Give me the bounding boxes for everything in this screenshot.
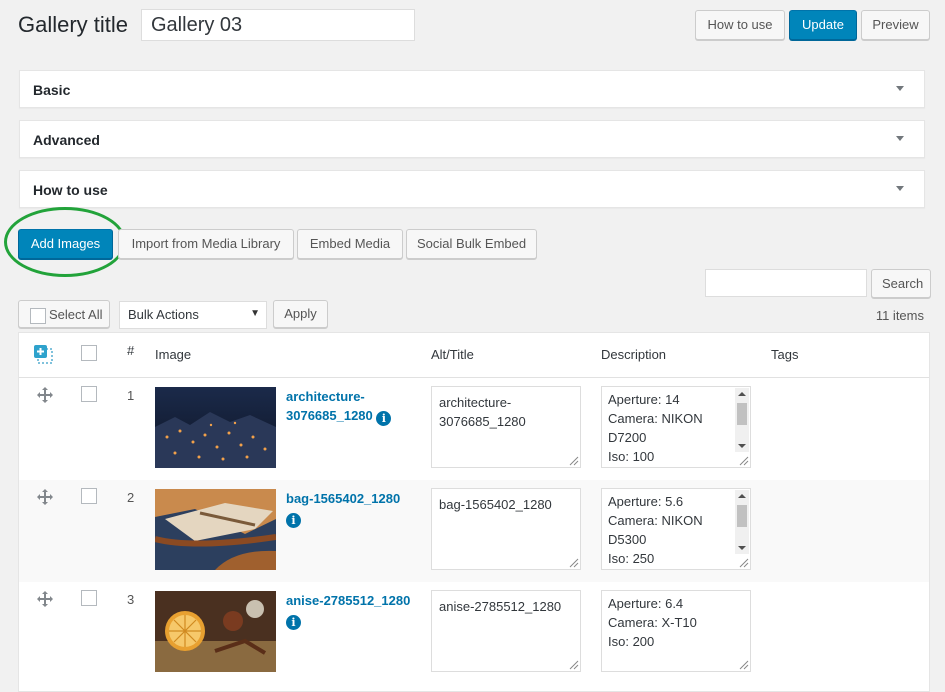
image-title-part: 3076685_1280 xyxy=(286,408,373,423)
apply-button[interactable]: Apply xyxy=(273,300,328,328)
table-header: # Image Alt/Title Description Tags xyxy=(19,333,929,378)
select-all-label: Select All xyxy=(49,307,103,322)
search-button[interactable]: Search xyxy=(871,269,931,298)
panel-basic-label: Basic xyxy=(33,82,71,98)
description-line: Iso: 250 xyxy=(608,551,655,566)
select-all-checkbox[interactable] xyxy=(30,308,46,324)
social-bulk-embed-button[interactable]: Social Bulk Embed xyxy=(406,229,537,259)
gallery-title-label: Gallery title xyxy=(18,12,129,37)
description-line: Iso: 200 xyxy=(608,634,655,649)
info-icon[interactable]: i xyxy=(376,411,392,426)
image-title-part: architecture- xyxy=(286,389,365,404)
table-row: 2 bag-1565402_1280 i bag-1565402_1280 Ap… xyxy=(19,480,929,582)
expand-all-icon[interactable] xyxy=(34,345,54,365)
description-textarea[interactable]: Aperture: 6.4 Camera: X-T10 Iso: 200 xyxy=(601,590,751,672)
col-image: Image xyxy=(155,347,192,362)
alt-title-line: anise-2785512_1280 xyxy=(439,599,562,614)
resize-handle-icon[interactable] xyxy=(737,658,749,670)
resize-handle-icon[interactable] xyxy=(567,454,579,466)
alt-title-textarea[interactable]: bag-1565402_1280 xyxy=(431,488,581,570)
description-line: Aperture: 14 xyxy=(608,392,680,407)
row-checkbox[interactable] xyxy=(81,488,97,504)
row-number: 3 xyxy=(127,592,135,607)
panel-how-to-use-label: How to use xyxy=(33,182,108,198)
resize-handle-icon[interactable] xyxy=(737,556,749,568)
description-line: Camera: NIKON xyxy=(608,513,703,528)
caret-down-icon: ▼ xyxy=(250,308,260,319)
resize-handle-icon[interactable] xyxy=(567,658,579,670)
col-num: # xyxy=(127,343,135,358)
image-title-link[interactable]: architecture- 3076685_1280 i xyxy=(286,387,421,426)
description-line: Camera: X-T10 xyxy=(608,615,697,630)
image-thumbnail[interactable] xyxy=(155,591,276,672)
alt-title-textarea[interactable]: anise-2785512_1280 xyxy=(431,590,581,672)
info-icon[interactable]: i xyxy=(286,615,301,630)
select-all-button[interactable]: Select All xyxy=(18,300,110,328)
panel-advanced-label: Advanced xyxy=(33,132,100,148)
highlight-ring xyxy=(4,207,126,277)
resize-handle-icon[interactable] xyxy=(737,454,749,466)
image-thumbnail[interactable] xyxy=(154,489,277,570)
row-checkbox[interactable] xyxy=(81,386,97,402)
chevron-down-icon xyxy=(896,136,904,141)
description-textarea[interactable]: Aperture: 14 Camera: NIKON D7200 Iso: 10… xyxy=(601,386,751,468)
row-number: 2 xyxy=(127,490,135,505)
preview-button[interactable]: Preview xyxy=(861,10,930,40)
description-line: D7200 xyxy=(608,430,647,445)
col-description: Description xyxy=(601,347,667,362)
alt-title-line: architecture- xyxy=(439,395,512,410)
row-number: 1 xyxy=(127,388,135,403)
col-tags: Tags xyxy=(771,347,799,362)
chevron-down-icon xyxy=(896,86,904,91)
description-line: Iso: 100 xyxy=(608,449,655,464)
alt-title-textarea[interactable]: architecture- 3076685_1280 xyxy=(431,386,581,468)
bulk-actions-label: Bulk Actions xyxy=(128,307,199,322)
description-line: Aperture: 6.4 xyxy=(608,596,684,611)
alt-title-line: 3076685_1280 xyxy=(439,414,526,429)
image-thumbnail[interactable] xyxy=(155,387,276,468)
row-checkbox[interactable] xyxy=(81,590,97,606)
textarea-scrollbar[interactable] xyxy=(735,490,749,554)
image-title-link[interactable]: bag-1565402_1280 i xyxy=(286,489,421,528)
description-line: Aperture: 5.6 xyxy=(608,494,684,509)
panel-advanced[interactable]: Advanced xyxy=(19,120,925,158)
textarea-scrollbar[interactable] xyxy=(735,388,749,452)
drag-handle-icon[interactable] xyxy=(36,590,54,611)
table-row: 1 architecture- 3076685_1280 i architect… xyxy=(19,378,929,480)
resize-handle-icon[interactable] xyxy=(567,556,579,568)
image-title-link[interactable]: anise-2785512_1280 i xyxy=(286,591,421,630)
images-table: # Image Alt/Title Description Tags 1 arc… xyxy=(18,332,930,692)
items-count: 11 items xyxy=(875,308,924,323)
table-row: 3 anise-2785512_1280 i anise-2785512_128… xyxy=(19,582,929,684)
image-title-part: anise-2785512_1280 xyxy=(286,593,411,608)
description-line: D5300 xyxy=(608,532,647,547)
bulk-actions-select[interactable]: Bulk Actions ▼ xyxy=(119,301,267,329)
info-icon[interactable]: i xyxy=(286,513,301,528)
drag-handle-icon[interactable] xyxy=(36,488,54,509)
search-input[interactable] xyxy=(705,269,867,297)
embed-media-button[interactable]: Embed Media xyxy=(297,229,403,259)
drag-handle-icon[interactable] xyxy=(36,386,54,407)
header-checkbox[interactable] xyxy=(81,345,97,361)
import-media-library-button[interactable]: Import from Media Library xyxy=(118,229,294,259)
chevron-down-icon xyxy=(896,186,904,191)
panel-how-to-use[interactable]: How to use xyxy=(19,170,925,208)
image-title-part: bag-1565402_1280 xyxy=(286,491,401,506)
how-to-use-button[interactable]: How to use xyxy=(695,10,785,40)
description-line: Camera: NIKON xyxy=(608,411,703,426)
update-button[interactable]: Update xyxy=(789,10,857,40)
gallery-title-input[interactable]: Gallery 03 xyxy=(141,9,415,41)
alt-title-line: bag-1565402_1280 xyxy=(439,497,552,512)
description-textarea[interactable]: Aperture: 5.6 Camera: NIKON D5300 Iso: 2… xyxy=(601,488,751,570)
panel-basic[interactable]: Basic xyxy=(19,70,925,108)
col-alt-title: Alt/Title xyxy=(431,347,474,362)
